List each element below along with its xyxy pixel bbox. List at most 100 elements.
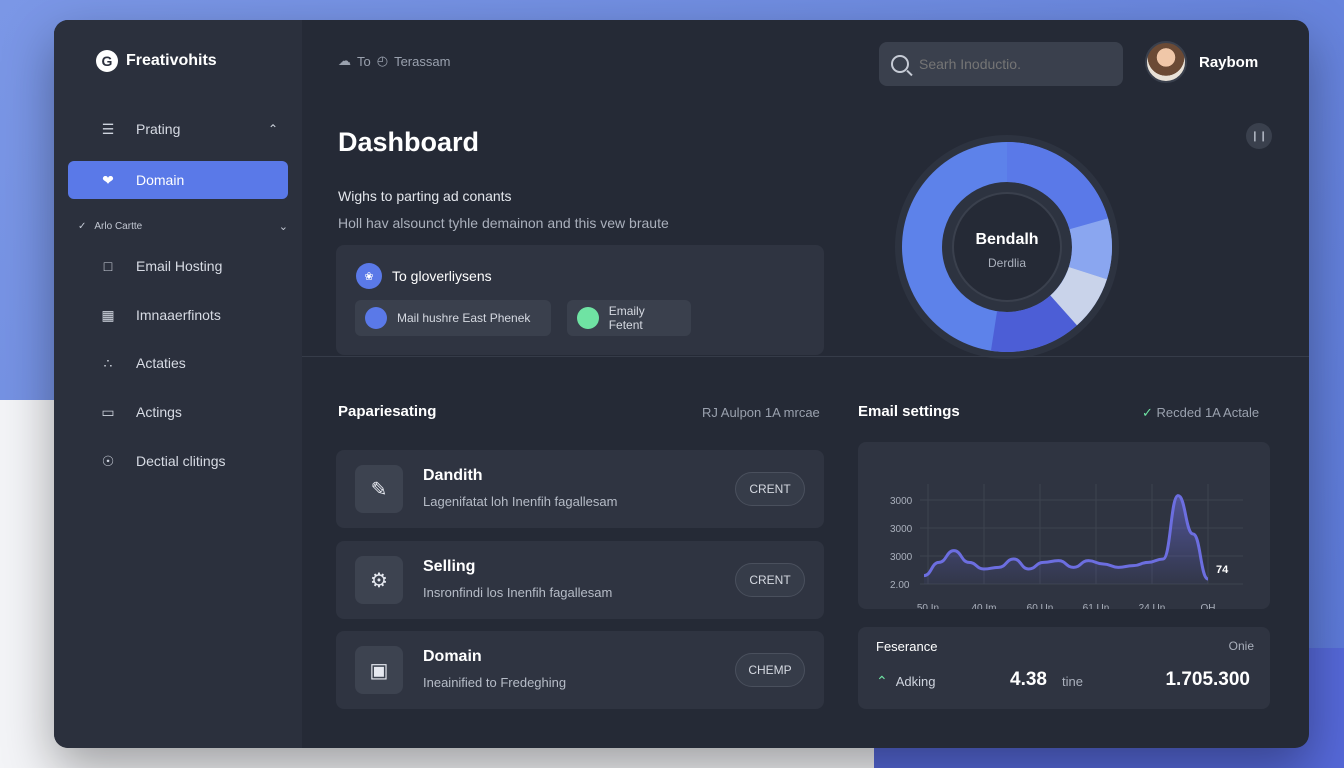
chart-y-ticks: 3000 3000 3000 2.00 — [890, 496, 913, 591]
sidebar-item-label: Actings — [136, 404, 182, 420]
stats-mid-unit: tine — [1062, 674, 1083, 689]
chart-x-ticks: 50 In 40 Im 60 Un 61 Un 24 Un OH — [917, 603, 1216, 614]
x-tick-label: 24 Un — [1139, 603, 1166, 609]
search-icon — [891, 55, 909, 73]
check-icon: ✓ — [1142, 405, 1153, 420]
list-item-title: Selling — [423, 558, 476, 575]
page-description: Holl hav alsounct tyhle demainon and thi… — [338, 215, 669, 231]
search-input[interactable] — [919, 56, 1099, 72]
x-tick-label: 40 Im — [971, 603, 996, 609]
y-tick-label: 3000 — [890, 524, 913, 535]
sidebar-item-prating[interactable]: ☰ Prating ⌃ — [68, 110, 288, 148]
x-tick-label: 50 In — [917, 603, 939, 609]
pause-button[interactable]: ❙❙ — [1246, 123, 1272, 149]
sidebar-item-label: Domain — [136, 172, 185, 188]
list-item-title: Domain — [423, 648, 482, 665]
calendar-icon: □ — [103, 258, 113, 274]
list-icon: ☰ — [101, 120, 115, 137]
sidebar-item-label: Actaties — [136, 355, 186, 371]
list-item-button[interactable]: CRENT — [735, 472, 805, 506]
building-icon: ▦ — [101, 306, 115, 323]
chip-email[interactable]: Emaily Fetent — [567, 300, 691, 336]
stats-trend: ⌃ Adking — [876, 673, 936, 689]
sidebar-item-actings[interactable]: ▭ Actings — [68, 393, 288, 431]
monitor-icon: ▭ — [101, 403, 115, 420]
main-content: ☁ To ◴ Terassam Raybom Dashboard Wighs t… — [302, 20, 1309, 748]
chevron-down-icon: ⌄ — [278, 221, 288, 233]
list-item-button[interactable]: CHEMP — [735, 653, 805, 687]
page-title: Dashboard — [338, 127, 480, 157]
list-item-subtitle: Lagenifatat loh Inenfih fagallesam — [423, 494, 618, 509]
stats-card: Feserance Onie ⌃ Adking 4.38 tine 1.705.… — [858, 627, 1270, 709]
list-section-meta[interactable]: RJ Aulpon 1A mrcae — [702, 405, 820, 420]
heart-icon: ❤ — [102, 171, 114, 188]
brand[interactable]: G Freativohits — [96, 50, 217, 72]
app-window: G Freativohits ☰ Prating ⌃ ❤ Domain ✓ Ar… — [54, 20, 1309, 748]
list-item-subtitle: Insronfindi los Inenfih fagallesam — [423, 585, 613, 600]
breadcrumb-item[interactable]: Terassam — [394, 54, 450, 69]
email-section-meta[interactable]: ✓ Recded 1A Actale — [1142, 405, 1259, 421]
chart-end-label: 74 — [1216, 564, 1229, 576]
info-card: ❀ To gloverliysens Mail hushre East Phen… — [336, 245, 824, 355]
sidebar-item-email-hosting[interactable]: □ Email Hosting — [68, 247, 288, 285]
x-tick-label: 61 Un — [1083, 603, 1110, 609]
section-divider — [302, 356, 1309, 357]
sidebar-item-label: Email Hosting — [136, 258, 223, 274]
avatar[interactable] — [1145, 41, 1187, 83]
sidebar-item-label: Imnaaerfinots — [136, 307, 221, 323]
page-subtitle: Wighs to parting ad conants — [338, 188, 512, 204]
sidebar-item-label: Prating — [136, 121, 181, 137]
clock-icon: ◴ — [376, 53, 389, 68]
y-tick-label: 3000 — [890, 552, 913, 563]
stats-title: Feserance — [876, 639, 938, 654]
info-card-heading: ❀ To gloverliysens — [356, 263, 492, 289]
arrow-up-icon: ⌃ — [876, 673, 888, 689]
stats-big-value: 1.705.300 — [1165, 669, 1250, 690]
check-icon: ✓ — [78, 221, 87, 232]
email-section-title: Email settings — [858, 403, 960, 420]
y-tick-label: 2.00 — [890, 580, 910, 591]
donut-subtitle: Derdlia — [988, 256, 1026, 270]
chart-area — [924, 495, 1208, 584]
sparkle-icon: ∴ — [103, 354, 113, 371]
brand-name: Freativohits — [126, 52, 217, 69]
sidebar: G Freativohits ☰ Prating ⌃ ❤ Domain ✓ Ar… — [54, 20, 302, 748]
list-item[interactable]: ✎ Dandith Lagenifatat loh Inenfih fagall… — [336, 450, 824, 528]
sidebar-item-label: Dectial clitings — [136, 453, 226, 469]
cloud-icon: ☁ — [338, 53, 351, 68]
sidebar-item-dectial-clitings[interactable]: ☉ Dectial clitings — [68, 442, 288, 480]
x-tick-label: OH — [1201, 603, 1216, 609]
list-item-title: Dandith — [423, 467, 483, 484]
stats-mid-value: 4.38 — [1010, 669, 1047, 690]
pencil-icon: ✎ — [355, 465, 403, 513]
sidebar-section-label[interactable]: ✓ Arlo Cartte ⌄ — [78, 220, 288, 233]
sidebar-item-domain[interactable]: ❤ Domain — [68, 161, 288, 199]
money-icon: ☉ — [101, 452, 115, 469]
x-tick-label: 60 Un — [1027, 603, 1054, 609]
sidebar-item-imnaaerfinots[interactable]: ▦ Imnaaerfinots — [68, 296, 288, 334]
chevron-up-icon[interactable]: ⌃ — [268, 122, 278, 136]
donut-title: Bendalh — [975, 231, 1038, 248]
list-item[interactable]: ⚙ Selling Insronfindi los Inenfih fagall… — [336, 541, 824, 619]
leaf-icon: ❀ — [356, 263, 382, 289]
status-dot — [365, 307, 387, 329]
y-tick-label: 3000 — [890, 496, 913, 507]
status-dot — [577, 307, 599, 329]
brand-logo-icon: G — [96, 50, 118, 72]
gear-icon: ⚙ — [355, 556, 403, 604]
area-chart: 3000 3000 3000 2.00 50 In 40 Im 60 Un 61 Un 24 … — [890, 484, 1243, 614]
list-item[interactable]: ▣ Domain Ineainified to Fredeghing CHEMP — [336, 631, 824, 709]
list-section-title: Papariesating — [338, 403, 437, 420]
search-bar[interactable] — [879, 42, 1123, 86]
user-name[interactable]: Raybom — [1199, 54, 1258, 71]
list-item-subtitle: Ineainified to Fredeghing — [423, 675, 567, 690]
breadcrumb-item[interactable]: To — [357, 54, 371, 69]
chip-mail[interactable]: Mail hushre East Phenek — [355, 300, 551, 336]
sidebar-item-actaties[interactable]: ∴ Actaties — [68, 344, 288, 382]
stats-period[interactable]: Onie — [1229, 639, 1254, 653]
chart-card: 3000 3000 3000 2.00 50 In 40 Im 60 Un 61 Un 24 … — [858, 442, 1270, 614]
donut-chart: Bendalh Derdlia — [895, 135, 1119, 359]
list-item-button[interactable]: CRENT — [735, 563, 805, 597]
breadcrumb: ☁ To ◴ Terassam — [338, 53, 450, 69]
box-icon: ▣ — [355, 646, 403, 694]
